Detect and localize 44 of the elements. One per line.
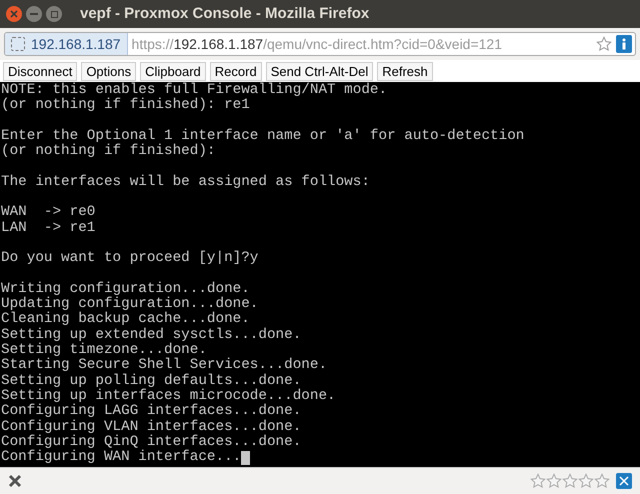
console-line: The interfaces will be assigned as follows:: [1, 174, 370, 190]
close-icon[interactable]: [6, 6, 22, 22]
console-line: LAN -> re1: [1, 220, 96, 236]
console-line: Writing configuration...done.: [1, 282, 250, 297]
toolbar-button[interactable]: Refresh: [377, 62, 433, 80]
console-line: NOTE: this enables full Firewalling/NAT mode.: [1, 83, 388, 98]
toolbar-button[interactable]: Send Ctrl-Alt-Del: [266, 62, 374, 80]
console-line: Configuring WAN interface...: [1, 450, 242, 466]
minimize-icon[interactable]: [26, 6, 42, 22]
star-icon[interactable]: [530, 473, 546, 489]
star-icon[interactable]: [546, 473, 562, 489]
console-line: Starting Secure Shell Services...done.: [1, 358, 328, 374]
window-title: vepf - Proxmox Console - Mozilla Firefox: [80, 4, 370, 24]
console-line: WAN -> re0: [1, 205, 96, 221]
console-line: Setting timezone...done.: [1, 343, 207, 358]
address-bar[interactable]: 192.168.1.187 https://192.168.1.187/qemu/vnc-direct.htm?cid=0&veid=121: [4, 32, 636, 56]
console-line: Configuring LAGG interfaces...done.: [1, 404, 302, 420]
console-line: Updating configuration...done.: [1, 297, 258, 312]
toolbar-button[interactable]: Disconnect: [3, 62, 78, 80]
toolbar-button[interactable]: Clipboard: [140, 62, 206, 80]
console-line: Enter the Optional 1 interface name or 'a' for auto-detection: [1, 128, 524, 144]
console-line: Setting up extended sysctls...done.: [1, 328, 302, 343]
star-icon[interactable]: [578, 473, 594, 489]
close-icon[interactable]: [8, 474, 22, 488]
toolbar-button[interactable]: Options: [81, 62, 136, 80]
console-line: Setting up interfaces microcode...done.: [1, 388, 336, 404]
info-icon[interactable]: [616, 35, 632, 53]
toolbar-button[interactable]: Record: [210, 62, 262, 80]
maximize-icon[interactable]: [46, 6, 62, 22]
site-identity[interactable]: 192.168.1.187: [5, 33, 128, 55]
star-rating[interactable]: [530, 473, 610, 489]
console-line: Configuring VLAN interfaces...done.: [1, 420, 302, 435]
bookmark-star-icon[interactable]: [596, 36, 612, 52]
url-text: https://192.168.1.187/qemu/vnc-direct.htm?cid=0&veid=121: [132, 34, 504, 54]
console-line: Do you want to proceed [y|n]?y: [1, 251, 258, 267]
console-line: (or nothing if finished): re1: [1, 98, 250, 114]
star-icon[interactable]: [594, 473, 610, 489]
page-icon: [11, 37, 25, 51]
console-line: Cleaning backup cache...done.: [1, 312, 250, 328]
console-line: Configuring QinQ interfaces...done.: [1, 434, 302, 450]
star-icon[interactable]: [562, 473, 578, 489]
site-label: 192.168.1.187: [31, 34, 121, 54]
console-line: Setting up polling defaults...done.: [1, 374, 302, 389]
console-line: (or nothing if finished):: [1, 144, 216, 160]
